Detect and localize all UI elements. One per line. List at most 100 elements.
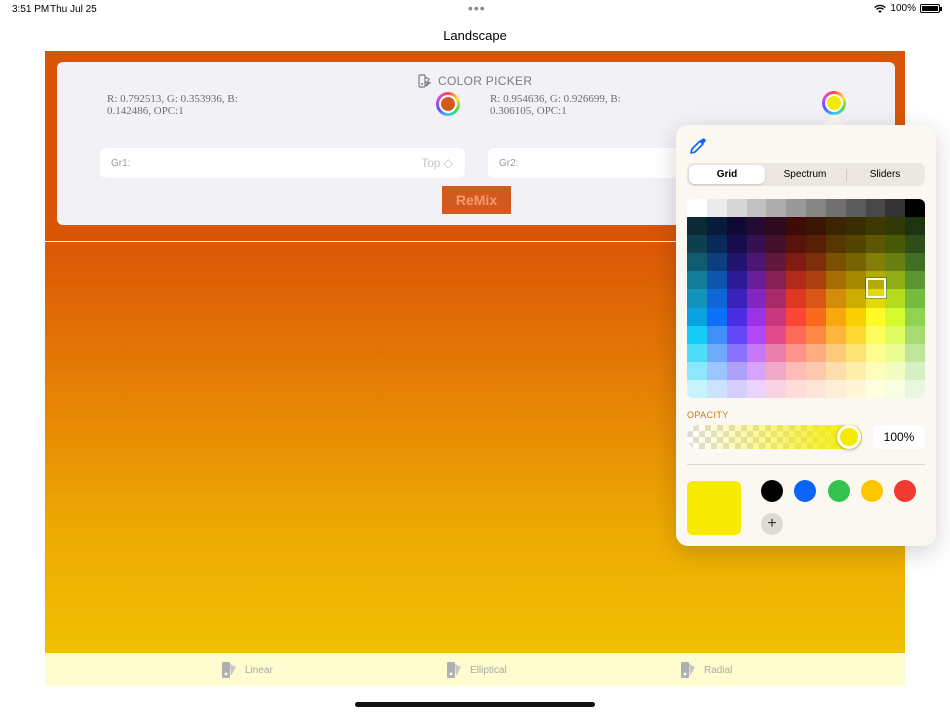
grid-color-cell[interactable]: [687, 325, 708, 345]
grid-color-cell[interactable]: [706, 217, 728, 236]
grid-color-cell[interactable]: [766, 199, 787, 218]
grid-color-cell[interactable]: [845, 271, 866, 290]
grid-color-cell[interactable]: [806, 199, 827, 218]
grid-color-cell[interactable]: [726, 343, 747, 363]
grid-color-cell[interactable]: [865, 235, 886, 254]
grid-color-cell[interactable]: [825, 253, 847, 272]
grid-color-cell[interactable]: [825, 217, 847, 236]
opacity-slider-thumb[interactable]: [837, 425, 861, 449]
grid-color-cell[interactable]: [865, 343, 886, 363]
grid-color-cell[interactable]: [806, 217, 827, 236]
grid-color-cell[interactable]: [825, 379, 847, 398]
grid-color-cell[interactable]: [786, 199, 807, 218]
grid-color-cell[interactable]: [885, 289, 906, 309]
grid-color-cell[interactable]: [905, 217, 925, 236]
grid-color-cell[interactable]: [905, 307, 925, 327]
add-color-button[interactable]: +: [761, 513, 783, 535]
grid-color-cell[interactable]: [885, 379, 906, 398]
grid-color-cell[interactable]: [786, 325, 807, 345]
remix-button[interactable]: ReMix: [442, 186, 511, 214]
preset-color-black[interactable]: [761, 480, 783, 502]
grid-color-cell[interactable]: [806, 361, 827, 381]
grid-color-cell[interactable]: [905, 271, 925, 290]
grid-color-cell[interactable]: [766, 343, 787, 363]
grid-color-cell[interactable]: [825, 307, 847, 327]
grid-color-cell[interactable]: [687, 235, 708, 254]
grid-color-cell[interactable]: [687, 379, 708, 398]
grid-color-cell[interactable]: [746, 199, 767, 218]
grid-color-cell[interactable]: [726, 307, 747, 327]
grid-color-cell[interactable]: [806, 307, 827, 327]
grid-color-cell[interactable]: [885, 217, 906, 236]
grid-color-cell[interactable]: [806, 235, 827, 254]
grid-color-cell[interactable]: [845, 235, 866, 254]
grid-color-cell[interactable]: [786, 289, 807, 309]
grid-color-cell[interactable]: [865, 199, 886, 218]
segment-sliders[interactable]: Sliders: [847, 165, 923, 184]
grid-color-cell[interactable]: [865, 307, 886, 327]
grid-color-cell[interactable]: [786, 235, 807, 254]
grid-color-cell[interactable]: [786, 361, 807, 381]
grid-color-cell[interactable]: [865, 361, 886, 381]
tab-elliptical[interactable]: Elliptical: [446, 661, 507, 679]
tab-radial[interactable]: Radial: [680, 661, 732, 679]
grid-color-cell[interactable]: [905, 325, 925, 345]
grid-color-cell[interactable]: [746, 253, 767, 272]
grid-color-cell[interactable]: [865, 253, 886, 272]
grid-color-cell[interactable]: [845, 343, 866, 363]
preset-color-yellow[interactable]: [861, 480, 883, 502]
grid-color-cell[interactable]: [825, 289, 847, 309]
grid-color-cell[interactable]: [706, 325, 728, 345]
grid-color-cell[interactable]: [905, 361, 925, 381]
segment-grid[interactable]: Grid: [689, 165, 765, 184]
grid-color-cell[interactable]: [766, 307, 787, 327]
grid-color-cell[interactable]: [687, 253, 708, 272]
grid-color-cell[interactable]: [706, 271, 728, 290]
grid-color-cell[interactable]: [766, 325, 787, 345]
grid-color-cell[interactable]: [726, 253, 747, 272]
grid-color-cell[interactable]: [687, 289, 708, 309]
left-color-well[interactable]: [436, 92, 460, 116]
grid-color-cell[interactable]: [706, 307, 728, 327]
multitasking-dots[interactable]: •••: [468, 0, 486, 16]
grid-color-cell[interactable]: [806, 343, 827, 363]
grid-color-cell[interactable]: [905, 199, 925, 218]
grid-color-cell[interactable]: [766, 379, 787, 398]
grid-color-cell[interactable]: [726, 325, 747, 345]
right-color-well[interactable]: [822, 91, 846, 115]
grid-color-cell[interactable]: [726, 379, 747, 398]
grid-color-cell[interactable]: [905, 289, 925, 309]
grid-color-cell[interactable]: [786, 271, 807, 290]
grid-color-cell[interactable]: [825, 343, 847, 363]
preset-color-green[interactable]: [828, 480, 850, 502]
grid-color-cell[interactable]: [687, 217, 708, 236]
opacity-value-field[interactable]: 100%: [873, 425, 925, 449]
grid-color-cell[interactable]: [885, 343, 906, 363]
grid-color-cell[interactable]: [825, 325, 847, 345]
grid-color-cell[interactable]: [706, 199, 728, 218]
grid-color-cell[interactable]: [746, 235, 767, 254]
grid-color-cell[interactable]: [806, 289, 827, 309]
grid-color-cell[interactable]: [706, 253, 728, 272]
grid-color-cell[interactable]: [825, 271, 847, 290]
grid-color-cell[interactable]: [806, 325, 827, 345]
gr2-field[interactable]: Gr2:: [488, 148, 708, 178]
grid-color-cell[interactable]: [865, 217, 886, 236]
grid-color-cell[interactable]: [825, 235, 847, 254]
grid-color-cell[interactable]: [885, 199, 906, 218]
grid-color-cell[interactable]: [766, 235, 787, 254]
grid-color-cell[interactable]: [746, 217, 767, 236]
gr1-field[interactable]: Gr1: Top ◇: [100, 148, 465, 178]
grid-color-cell[interactable]: [687, 307, 708, 327]
grid-color-cell[interactable]: [746, 361, 767, 381]
grid-color-cell[interactable]: [845, 361, 866, 381]
grid-color-cell[interactable]: [706, 289, 728, 309]
grid-color-cell[interactable]: [845, 217, 866, 236]
grid-color-cell[interactable]: [905, 343, 925, 363]
grid-color-cell[interactable]: [766, 217, 787, 236]
grid-color-cell[interactable]: [726, 235, 747, 254]
grid-color-cell[interactable]: [746, 289, 767, 309]
tab-linear[interactable]: Linear: [221, 661, 273, 679]
grid-color-cell[interactable]: [766, 289, 787, 309]
grid-color-cell[interactable]: [845, 307, 866, 327]
